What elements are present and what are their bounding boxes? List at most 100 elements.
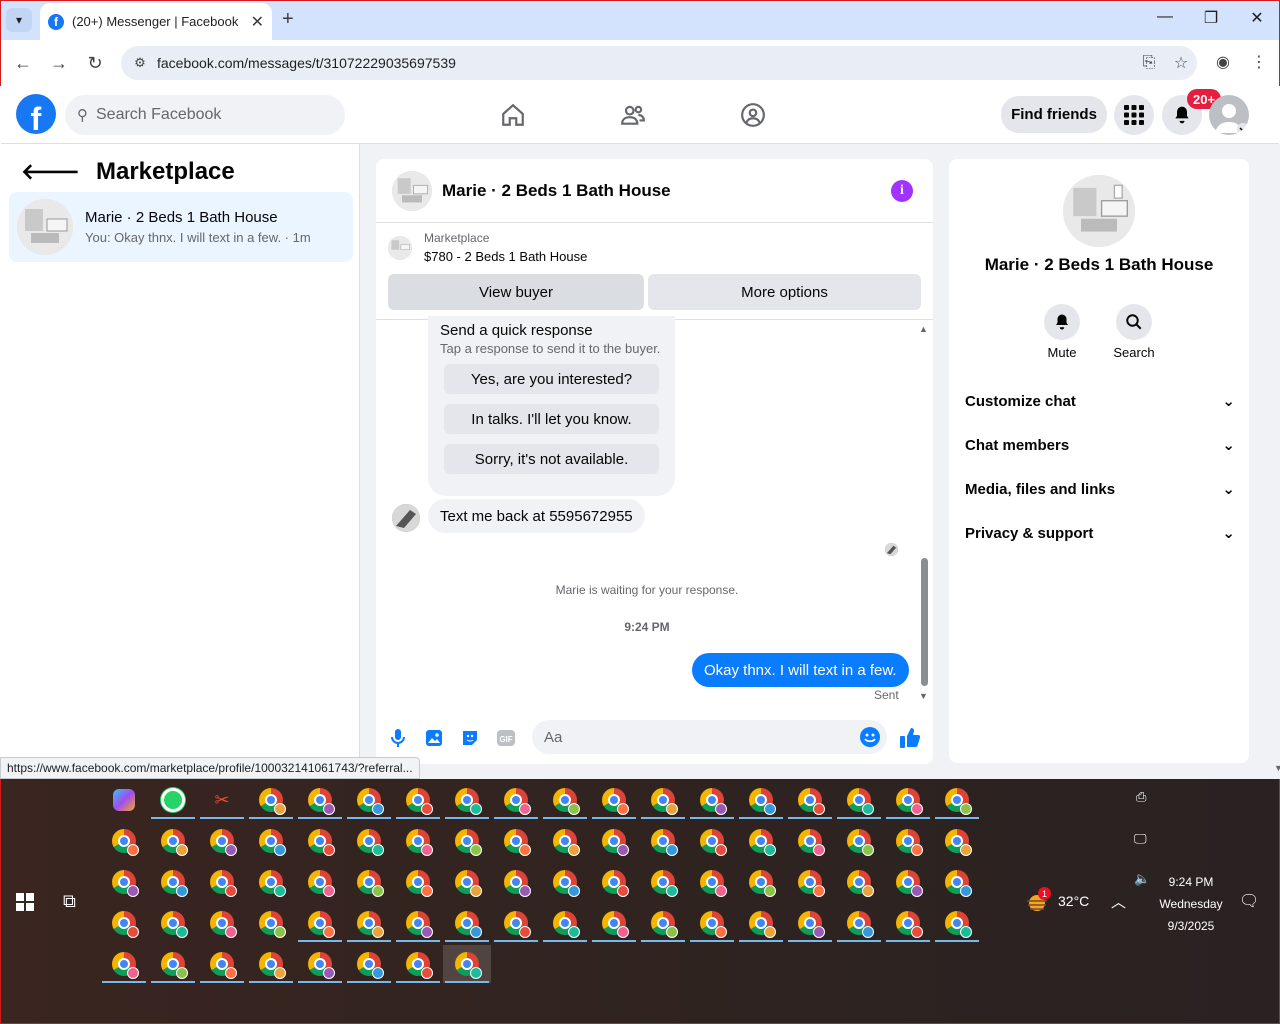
menu-grid-button[interactable] [1114, 95, 1154, 135]
chat-title[interactable]: Marie · 2 Beds 1 Bath House [442, 181, 891, 201]
install-app-icon[interactable]: ⎘ [1133, 54, 1165, 72]
chrome-profile-app-icon[interactable] [345, 781, 393, 819]
chrome-profile-app-icon[interactable] [296, 904, 344, 942]
customize-chat-section[interactable]: Customize chat ⌄ [965, 379, 1235, 423]
chrome-profile-app-icon[interactable] [786, 781, 834, 819]
chrome-profile-app-icon[interactable] [100, 945, 148, 983]
quick-response-in-talks[interactable]: In talks. I'll let you know. [444, 404, 659, 434]
find-friends-button[interactable]: Find friends [1001, 96, 1107, 133]
window-close-button[interactable]: ✕ [1234, 8, 1280, 28]
chrome-profile-app-icon[interactable] [835, 863, 883, 901]
chrome-profile-app-icon[interactable] [394, 822, 442, 860]
chrome-profile-app-icon[interactable] [492, 822, 540, 860]
chrome-profile-app-icon[interactable] [835, 781, 883, 819]
message-input-box[interactable] [532, 720, 887, 754]
snipping-tool-app-icon[interactable]: ✂ [198, 781, 246, 819]
facebook-logo-icon[interactable]: f [16, 94, 56, 134]
chrome-profile-app-icon[interactable] [639, 904, 687, 942]
account-avatar[interactable] [1209, 95, 1249, 135]
message-input[interactable] [544, 728, 853, 746]
chrome-profile-app-icon[interactable] [443, 945, 491, 983]
chrome-profile-app-icon[interactable] [443, 904, 491, 942]
mute-button[interactable] [1044, 304, 1080, 340]
chrome-profile-app-icon[interactable] [443, 863, 491, 901]
site-settings-icon[interactable]: ⚙ [127, 55, 153, 71]
chrome-profile-app-icon[interactable] [149, 863, 197, 901]
new-tab-button[interactable]: + [282, 8, 294, 31]
photo-icon[interactable] [416, 720, 452, 756]
chrome-profile-app-icon[interactable] [590, 781, 638, 819]
chrome-profile-app-icon[interactable] [149, 945, 197, 983]
chrome-profile-app-icon[interactable] [394, 945, 442, 983]
chrome-profile-app-icon[interactable] [198, 863, 246, 901]
chrome-profile-app-icon[interactable] [688, 904, 736, 942]
chrome-profile-app-icon[interactable] [296, 781, 344, 819]
chrome-profile-app-icon[interactable] [345, 863, 393, 901]
back-arrow-icon[interactable]: 🡐 [21, 159, 80, 185]
chrome-profile-app-icon[interactable] [100, 904, 148, 942]
chat-members-section[interactable]: Chat members ⌄ [965, 423, 1235, 467]
page-scroll-down-icon[interactable]: ▼ [1274, 763, 1280, 773]
privacy-support-section[interactable]: Privacy & support ⌄ [965, 511, 1235, 555]
chrome-profile-app-icon[interactable] [100, 822, 148, 860]
chrome-profile-app-icon[interactable] [737, 781, 785, 819]
chrome-profile-app-icon[interactable] [149, 822, 197, 860]
chrome-profile-app-icon[interactable] [541, 863, 589, 901]
chrome-profile-app-icon[interactable] [247, 781, 295, 819]
chrome-profile-app-icon[interactable] [639, 863, 687, 901]
chrome-profile-app-icon[interactable] [933, 904, 981, 942]
close-tab-icon[interactable]: ✕ [251, 12, 264, 32]
chrome-profile-app-icon[interactable] [394, 863, 442, 901]
search-conversation-button[interactable] [1116, 304, 1152, 340]
whatsapp-app-icon[interactable] [149, 781, 197, 819]
back-button[interactable]: ← [10, 50, 36, 76]
facebook-search-input[interactable] [96, 106, 316, 124]
chrome-profile-app-icon[interactable] [443, 781, 491, 819]
scroll-down-icon[interactable]: ▼ [919, 691, 928, 701]
tab-search-button[interactable]: ▾ [6, 8, 32, 32]
forward-button[interactable]: → [46, 50, 72, 76]
chrome-profile-app-icon[interactable] [590, 822, 638, 860]
chrome-profile-app-icon[interactable] [688, 781, 736, 819]
address-bar[interactable]: ⚙ facebook.com/messages/t/31072229035697… [121, 46, 1197, 80]
incoming-message[interactable]: Text me back at 5595672955 [428, 499, 645, 533]
details-avatar[interactable] [1063, 175, 1135, 247]
scrollbar-thumb[interactable] [921, 558, 928, 686]
chrome-profile-app-icon[interactable] [590, 904, 638, 942]
chat-avatar[interactable] [392, 170, 432, 211]
windows-start-icon[interactable] [16, 893, 34, 911]
scroll-up-icon[interactable]: ▲ [919, 324, 928, 334]
outgoing-message[interactable]: Okay thnx. I will text in a few. [692, 653, 909, 687]
chrome-profile-app-icon[interactable] [198, 945, 246, 983]
chrome-profile-app-icon[interactable] [100, 863, 148, 901]
chrome-profile-app-icon[interactable] [492, 863, 540, 901]
groups-nav-icon[interactable] [738, 100, 768, 130]
system-clock[interactable]: 9:24 PM Wednesday 9/3/2025 [1151, 871, 1231, 937]
chrome-profile-app-icon[interactable] [835, 904, 883, 942]
chrome-profile-app-icon[interactable] [149, 904, 197, 942]
chrome-profile-app-icon[interactable] [737, 904, 785, 942]
chrome-profile-app-icon[interactable] [786, 822, 834, 860]
chrome-profile-app-icon[interactable] [933, 822, 981, 860]
chrome-profile-app-icon[interactable] [345, 945, 393, 983]
chrome-profile-app-icon[interactable] [394, 781, 442, 819]
chrome-profile-app-icon[interactable] [786, 863, 834, 901]
chrome-profile-app-icon[interactable] [835, 822, 883, 860]
chrome-profile-app-icon[interactable] [884, 781, 932, 819]
chrome-profile-app-icon[interactable] [933, 781, 981, 819]
thumbs-up-icon[interactable] [892, 720, 928, 756]
chrome-profile-app-icon[interactable] [492, 904, 540, 942]
view-buyer-button[interactable]: View buyer [388, 274, 644, 310]
profile-icon[interactable]: ◉ [1211, 52, 1235, 72]
chrome-profile-app-icon[interactable] [884, 863, 932, 901]
chrome-profile-app-icon[interactable] [639, 781, 687, 819]
microphone-icon[interactable] [380, 720, 416, 756]
chrome-profile-app-icon[interactable] [394, 904, 442, 942]
chrome-profile-app-icon[interactable] [443, 822, 491, 860]
browser-tab[interactable]: f (20+) Messenger | Facebook ✕ [40, 3, 272, 40]
chrome-profile-app-icon[interactable] [933, 863, 981, 901]
quick-response-yes[interactable]: Yes, are you interested? [444, 364, 659, 394]
quick-response-not-available[interactable]: Sorry, it's not available. [444, 444, 659, 474]
chrome-profile-app-icon[interactable] [198, 822, 246, 860]
sender-avatar[interactable] [392, 504, 420, 532]
